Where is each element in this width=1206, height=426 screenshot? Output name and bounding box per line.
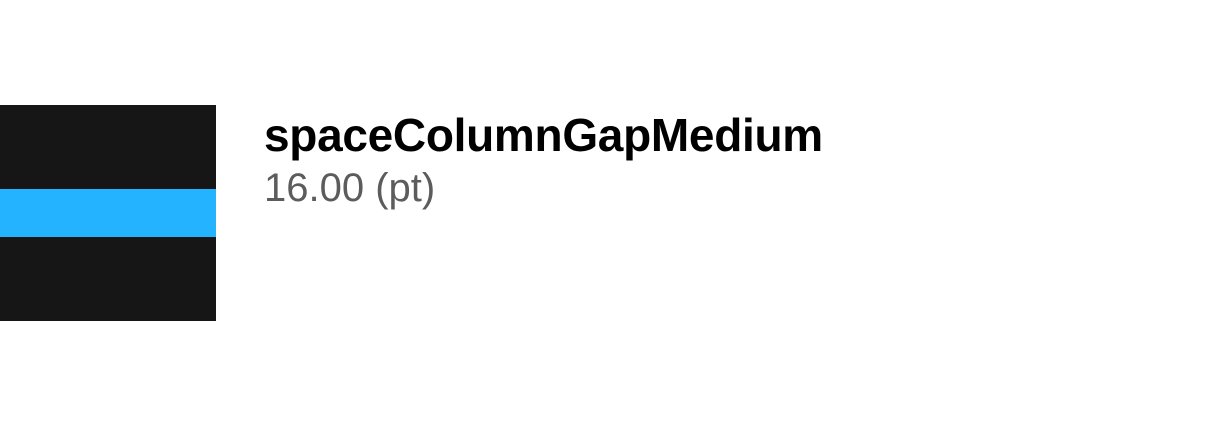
token-name: spaceColumnGapMedium [264,109,823,161]
token-value: 16.00 (pt) [264,166,436,210]
column-gap-indicator [0,189,216,237]
spacing-swatch [0,105,216,321]
